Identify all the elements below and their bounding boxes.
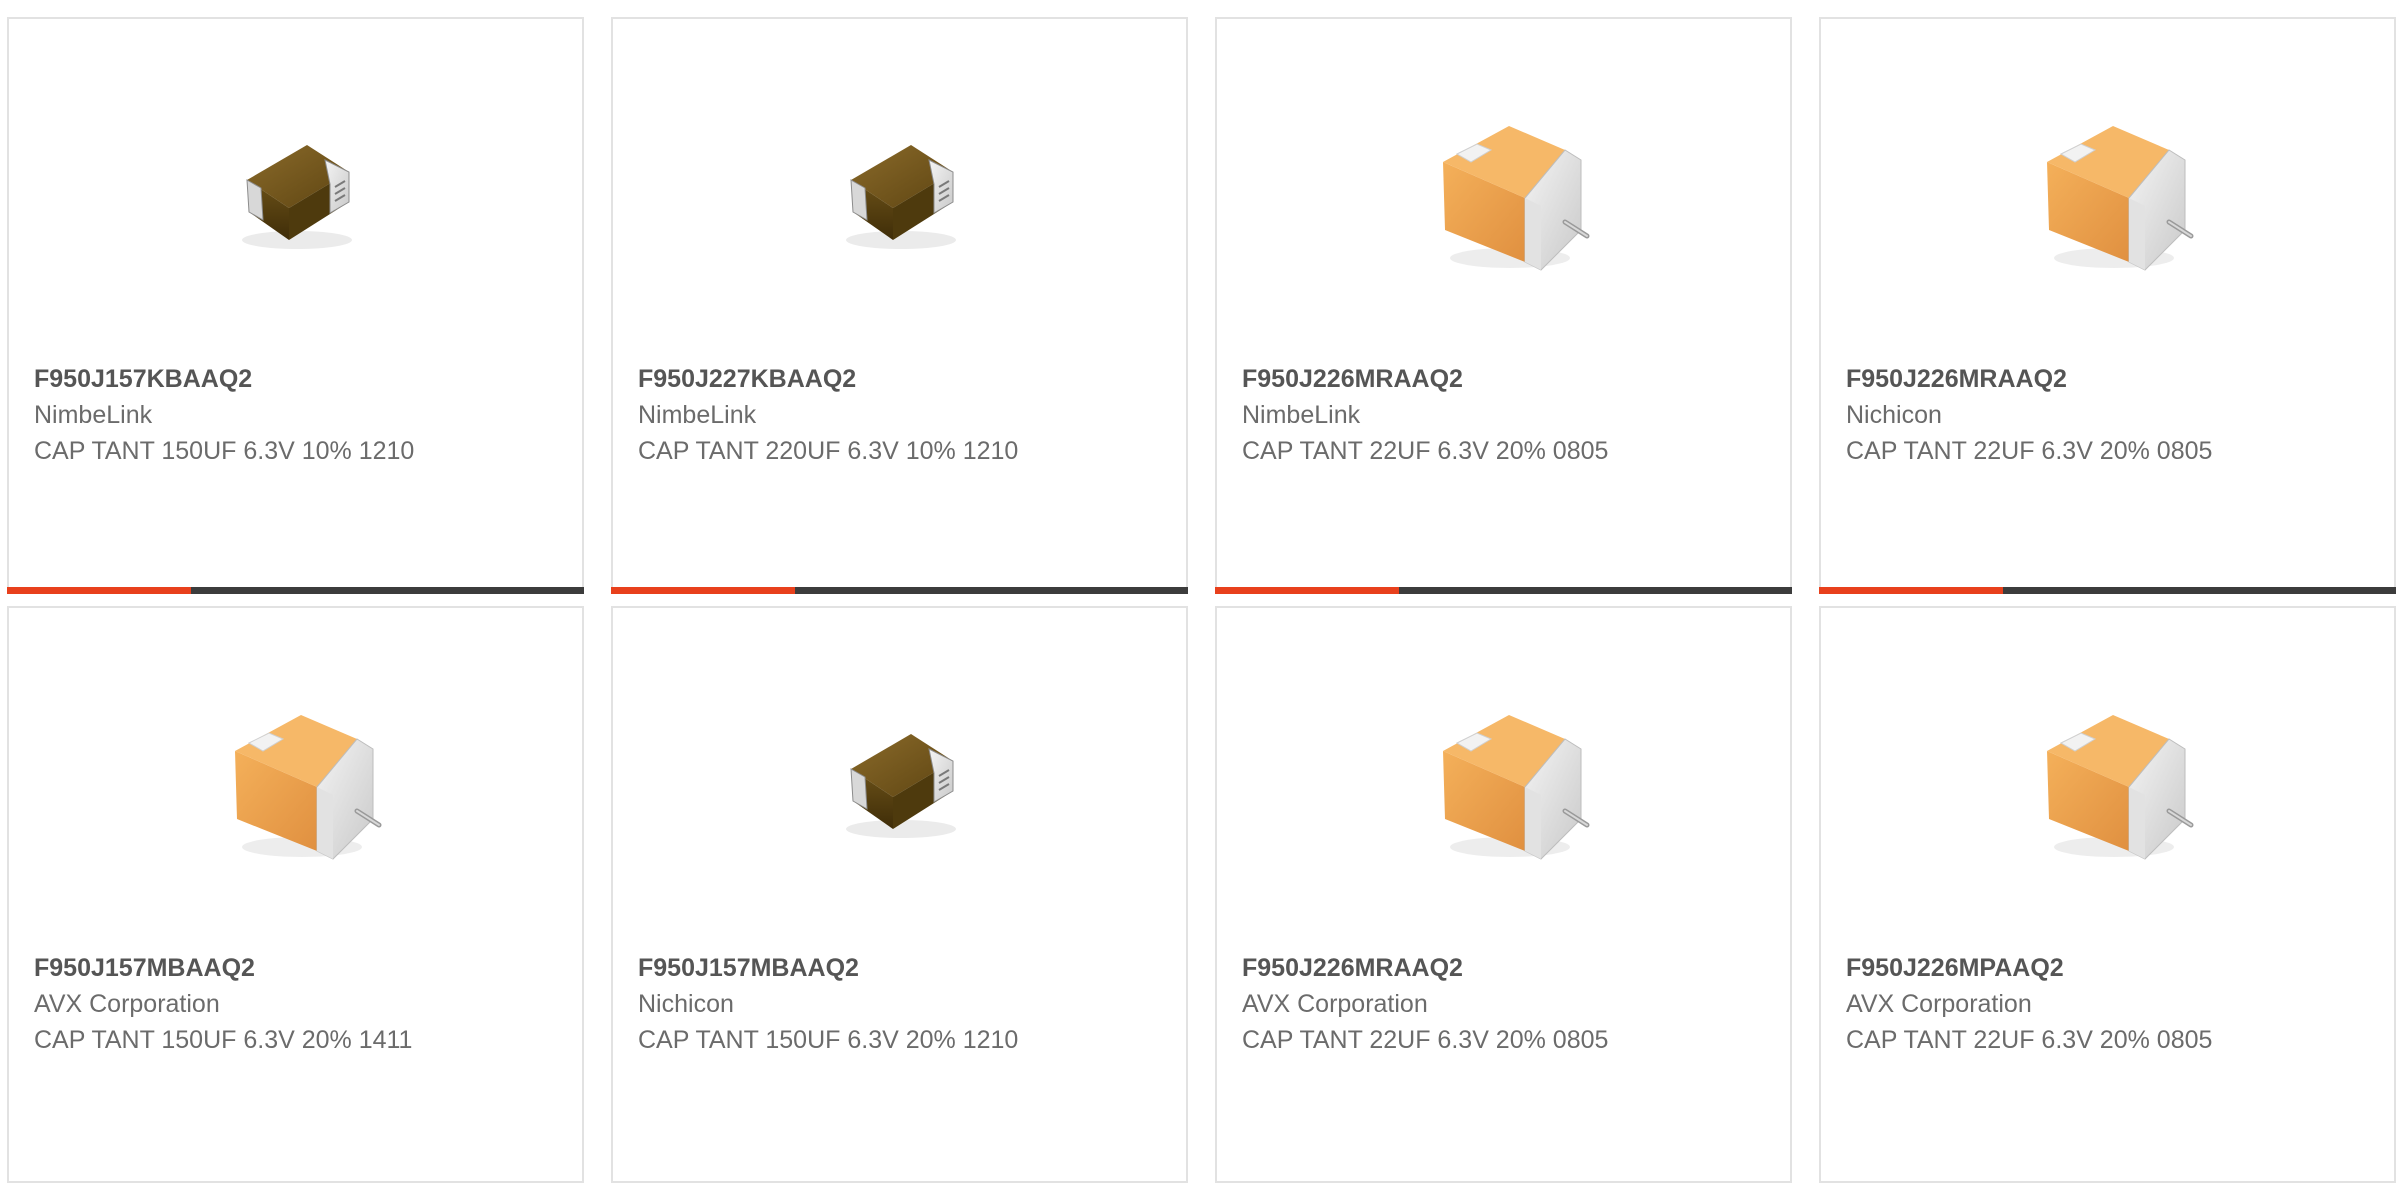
card-accent bbox=[7, 587, 191, 594]
description: CAP TANT 150UF 6.3V 10% 1210 bbox=[34, 437, 415, 465]
description: CAP TANT 22UF 6.3V 20% 0805 bbox=[1846, 437, 2213, 465]
card-accent bbox=[1215, 587, 1399, 594]
description: CAP TANT 220UF 6.3V 10% 1210 bbox=[638, 437, 1019, 465]
product-grid: F950J157KBAAQ2 NimbeLink CAP TANT 150UF … bbox=[0, 0, 2400, 1183]
part-number[interactable]: F950J226MRAAQ2 bbox=[1242, 361, 1662, 397]
manufacturer: Nichicon bbox=[1846, 401, 1942, 429]
part-number[interactable]: F950J226MPAAQ2 bbox=[1846, 950, 2266, 986]
product-image[interactable] bbox=[800, 679, 1002, 879]
manufacturer: NimbeLink bbox=[1242, 401, 1361, 429]
card-bottom-bar bbox=[1215, 587, 1792, 594]
description: CAP TANT 22UF 6.3V 20% 0805 bbox=[1242, 437, 1609, 465]
product-card[interactable]: F950J157KBAAQ2 NimbeLink CAP TANT 150UF … bbox=[7, 17, 584, 594]
card-bottom-bar bbox=[611, 587, 1188, 594]
card-accent bbox=[1819, 587, 2003, 594]
manufacturer: Nichicon bbox=[638, 990, 734, 1018]
product-card[interactable]: F950J226MRAAQ2 Nichicon CAP TANT 22UF 6.… bbox=[1819, 17, 2396, 594]
product-image[interactable] bbox=[1404, 679, 1606, 879]
product-card[interactable]: F950J226MRAAQ2 AVX Corporation CAP TANT … bbox=[1215, 606, 1792, 1183]
product-image[interactable] bbox=[196, 679, 398, 879]
product-card[interactable]: F950J226MPAAQ2 AVX Corporation CAP TANT … bbox=[1819, 606, 2396, 1183]
manufacturer: NimbeLink bbox=[638, 401, 757, 429]
product-image[interactable] bbox=[800, 90, 1002, 290]
manufacturer: AVX Corporation bbox=[1242, 990, 1428, 1018]
description: CAP TANT 150UF 6.3V 20% 1210 bbox=[638, 1026, 1019, 1054]
manufacturer: AVX Corporation bbox=[1846, 990, 2032, 1018]
manufacturer: NimbeLink bbox=[34, 401, 153, 429]
part-number[interactable]: F950J157MBAAQ2 bbox=[34, 950, 454, 986]
card-accent bbox=[611, 587, 795, 594]
product-card[interactable]: F950J226MRAAQ2 NimbeLink CAP TANT 22UF 6… bbox=[1215, 17, 1792, 594]
description: CAP TANT 22UF 6.3V 20% 0805 bbox=[1846, 1026, 2213, 1054]
part-number[interactable]: F950J227KBAAQ2 bbox=[638, 361, 1058, 397]
product-card[interactable]: F950J227KBAAQ2 NimbeLink CAP TANT 220UF … bbox=[611, 17, 1188, 594]
product-image[interactable] bbox=[2008, 90, 2210, 290]
part-number[interactable]: F950J226MRAAQ2 bbox=[1846, 361, 2266, 397]
part-number[interactable]: F950J226MRAAQ2 bbox=[1242, 950, 1662, 986]
card-bottom-bar bbox=[7, 587, 584, 594]
product-card[interactable]: F950J157MBAAQ2 AVX Corporation CAP TANT … bbox=[7, 606, 584, 1183]
product-image[interactable] bbox=[196, 90, 398, 290]
part-number[interactable]: F950J157KBAAQ2 bbox=[34, 361, 454, 397]
description: CAP TANT 22UF 6.3V 20% 0805 bbox=[1242, 1026, 1609, 1054]
card-bottom-bar bbox=[1819, 587, 2396, 594]
manufacturer: AVX Corporation bbox=[34, 990, 220, 1018]
product-image[interactable] bbox=[2008, 679, 2210, 879]
part-number[interactable]: F950J157MBAAQ2 bbox=[638, 950, 1058, 986]
product-card[interactable]: F950J157MBAAQ2 Nichicon CAP TANT 150UF 6… bbox=[611, 606, 1188, 1183]
product-image[interactable] bbox=[1404, 90, 1606, 290]
description: CAP TANT 150UF 6.3V 20% 1411 bbox=[34, 1026, 413, 1054]
